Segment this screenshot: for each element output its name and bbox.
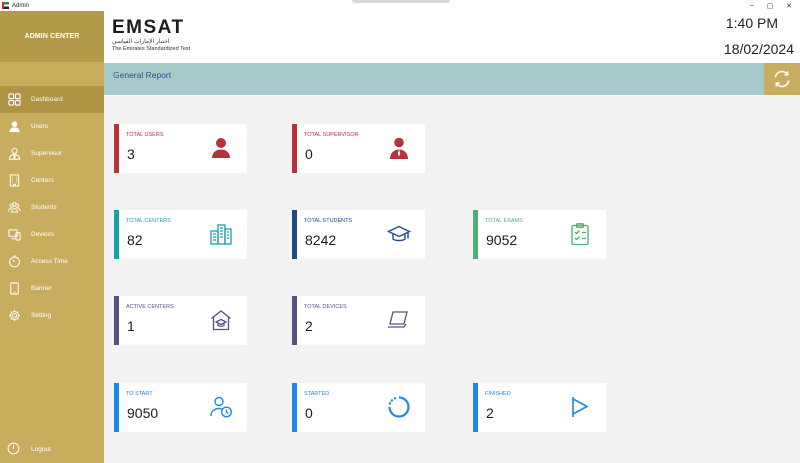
timer-icon — [7, 255, 21, 269]
card-total-centers[interactable]: TOTAL CENTERS 82 — [114, 210, 247, 259]
sidebar-item-label: Access Time — [31, 258, 68, 265]
app-icon — [2, 2, 9, 9]
sidebar-item-label: Users — [31, 123, 48, 130]
user-icon — [209, 136, 233, 160]
sidebar: ADMIN CENTER Dashboard Users Supervisor … — [0, 11, 104, 463]
gear-icon — [7, 309, 21, 323]
sidebar-item-students[interactable]: Students — [0, 194, 104, 221]
card-value: 0 — [305, 405, 313, 421]
user-clock-icon — [209, 395, 233, 419]
sidebar-item-setting[interactable]: Setting — [0, 302, 104, 329]
logout-button[interactable]: Logout — [0, 438, 104, 460]
sidebar-brand: ADMIN CENTER — [0, 11, 104, 62]
card-total-devices[interactable]: TOTAL DEVICES 2 — [292, 296, 425, 345]
refresh-icon — [774, 70, 790, 88]
card-label: FINISHED — [485, 391, 511, 397]
sidebar-item-label: Setting — [31, 312, 52, 319]
card-value: 2 — [486, 405, 494, 421]
user-icon — [7, 120, 21, 134]
students-icon — [7, 201, 21, 215]
logo-subtitle: The Emirates Standardized Test — [112, 46, 191, 52]
card-finished[interactable]: FINISHED 2 — [473, 383, 606, 432]
clipboard-icon — [568, 222, 592, 246]
card-value: 9052 — [486, 232, 518, 248]
card-value: 0 — [305, 146, 313, 162]
graduation-cap-icon — [386, 222, 412, 246]
sidebar-item-label: Students — [31, 204, 57, 211]
report-bar: General Report — [104, 63, 764, 95]
card-label: TOTAL DEVICES — [304, 304, 347, 310]
supervisor-icon — [7, 147, 21, 161]
clock-date: 18/02/2024 — [723, 41, 794, 57]
refresh-button[interactable] — [764, 63, 800, 95]
finish-flag-icon — [568, 395, 592, 419]
card-total-students[interactable]: TOTAL STUDENTS 8242 — [292, 210, 425, 259]
logo-wordmark: EMSAT — [112, 17, 185, 38]
report-title: General Report — [113, 70, 172, 80]
sidebar-item-label: Centers — [31, 177, 54, 184]
card-label: TOTAL SUPERVISOR — [304, 132, 359, 138]
sidebar-item-devices[interactable]: Devices — [0, 221, 104, 248]
window-titlebar: Admin – ▢ ✕ — [0, 0, 800, 11]
card-value: 8242 — [305, 232, 337, 248]
card-label: TOTAL STUDENTS — [304, 218, 353, 224]
power-icon — [7, 442, 21, 456]
sidebar-nav: Dashboard Users Supervisor Centers Stude… — [0, 86, 104, 329]
sidebar-item-dashboard[interactable]: Dashboard — [0, 86, 104, 113]
progress-circle-icon — [387, 395, 411, 419]
card-started[interactable]: STARTED 0 — [292, 383, 425, 432]
header: EMSAT اختبار الإمارات القياسي The Emirat… — [104, 11, 800, 63]
minimize-button[interactable]: – — [745, 0, 759, 11]
card-value: 2 — [305, 318, 313, 334]
school-house-icon — [209, 308, 233, 332]
card-label: STARTED — [304, 391, 330, 397]
card-to-start[interactable]: TO START 9050 — [114, 383, 247, 432]
emsat-logo: EMSAT اختبار الإمارات القياسي The Emirat… — [112, 18, 192, 58]
card-total-exams[interactable]: TOTAL EXAMS 9052 — [473, 210, 606, 259]
sidebar-item-label: Dashboard — [31, 96, 63, 103]
maximize-button[interactable]: ▢ — [763, 0, 777, 11]
card-total-users[interactable]: TOTAL USERS 3 — [114, 124, 247, 173]
sidebar-item-label: Banner — [31, 285, 52, 292]
tablet-icon — [7, 282, 21, 296]
card-label: TO START — [126, 391, 153, 397]
close-button[interactable]: ✕ — [782, 0, 796, 11]
logout-label: Logout — [31, 445, 51, 453]
card-label: TOTAL CENTERS — [126, 218, 171, 224]
window-title: Admin — [12, 2, 30, 9]
clock-time: 1:40 PM — [725, 15, 778, 31]
sidebar-item-label: Supervisor — [31, 150, 63, 157]
building-icon — [7, 174, 21, 188]
drag-handle[interactable] — [352, 0, 450, 3]
sidebar-item-users[interactable]: Users — [0, 113, 104, 140]
card-active-centers[interactable]: ACTIVE CENTERS 1 — [114, 296, 247, 345]
sidebar-item-supervisor[interactable]: Supervisor — [0, 140, 104, 167]
sidebar-item-banner[interactable]: Banner — [0, 275, 104, 302]
logo-arabic: اختبار الإمارات القياسي — [112, 39, 170, 45]
sidebar-item-centers[interactable]: Centers — [0, 167, 104, 194]
card-total-supervisor[interactable]: TOTAL SUPERVISOR 0 — [292, 124, 425, 173]
sidebar-item-label: Devices — [31, 231, 55, 238]
card-label: TOTAL USERS — [126, 132, 164, 138]
supervisor-icon — [387, 136, 411, 160]
sidebar-item-access-time[interactable]: Access Time — [0, 248, 104, 275]
laptop-icon — [387, 308, 411, 332]
card-label: ACTIVE CENTERS — [126, 304, 174, 310]
card-value: 1 — [127, 318, 135, 334]
card-value: 82 — [127, 232, 143, 248]
card-label: TOTAL EXAMS — [485, 218, 523, 224]
buildings-icon — [209, 222, 233, 246]
card-value: 3 — [127, 146, 135, 162]
dashboard-icon — [7, 93, 21, 107]
card-value: 9050 — [127, 405, 159, 421]
devices-icon — [7, 228, 21, 242]
